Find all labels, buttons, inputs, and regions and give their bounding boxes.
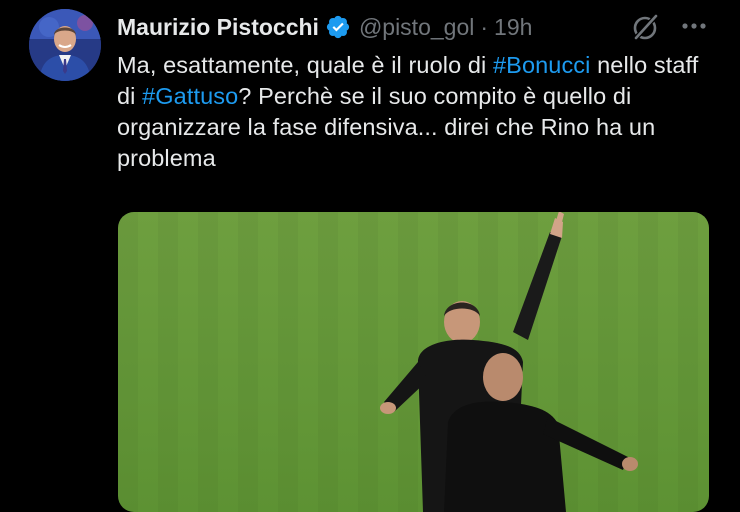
author-name[interactable]: Maurizio Pistocchi — [117, 14, 319, 41]
avatar-image — [29, 9, 101, 81]
hashtag-bonucci[interactable]: #Bonucci — [493, 52, 590, 78]
video-thumbnail — [118, 212, 709, 512]
more-options-icon[interactable] — [678, 14, 710, 38]
avatar[interactable] — [29, 9, 101, 81]
author-handle[interactable]: @pisto_gol — [359, 14, 474, 41]
tweet-text: Ma, esattamente, quale è il ruolo di #Bo… — [117, 50, 717, 174]
tweet[interactable]: Maurizio Pistocchi @pisto_gol · 19h Ma, … — [0, 0, 740, 512]
timestamp[interactable]: 19h — [494, 14, 532, 41]
verified-badge-icon[interactable] — [325, 14, 351, 40]
tweet-text-part: Ma, esattamente, quale è il ruolo di — [117, 52, 493, 78]
grok-icon[interactable] — [630, 11, 662, 43]
tweet-video[interactable] — [118, 212, 709, 512]
separator-dot: · — [480, 13, 489, 40]
tweet-header: Maurizio Pistocchi @pisto_gol · 19h — [117, 10, 532, 44]
hashtag-gattuso[interactable]: #Gattuso — [142, 83, 238, 109]
